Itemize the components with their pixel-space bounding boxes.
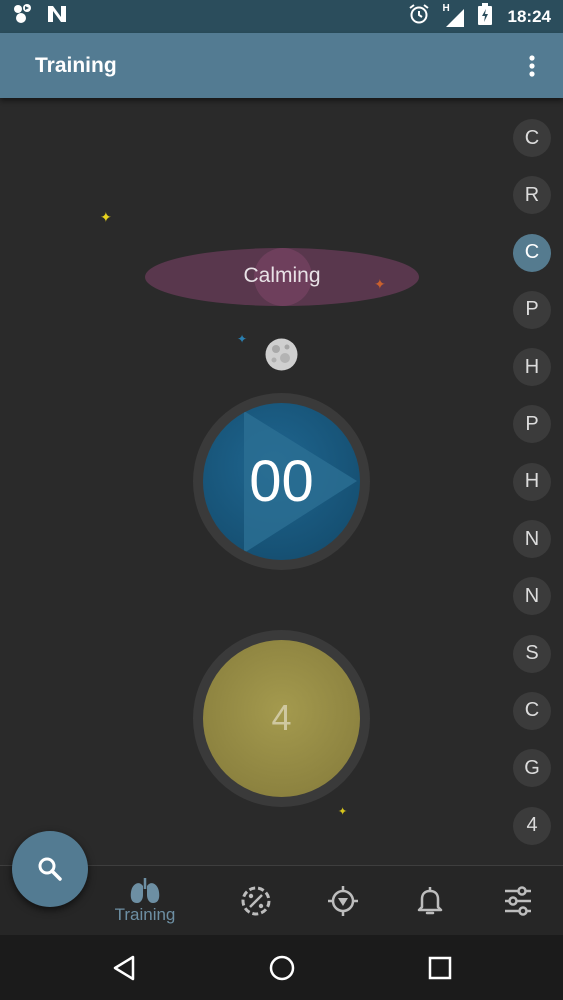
page-title: Training: [35, 54, 117, 77]
signal-icon: H: [442, 2, 466, 28]
star-decoration: ✦: [338, 806, 348, 818]
recents-icon: [428, 956, 452, 980]
sidebar-item[interactable]: C: [513, 119, 551, 157]
more-vertical-icon: [529, 55, 535, 77]
overflow-menu-button[interactable]: [517, 51, 547, 81]
nav-item-reminders[interactable]: [400, 866, 460, 936]
app-notification-icon: [12, 3, 34, 30]
pattern-sidebar: C R C P H P H N N S C G 4: [513, 119, 551, 864]
sidebar-item[interactable]: C: [513, 691, 551, 730]
back-button[interactable]: [108, 952, 140, 984]
nav-item-explore[interactable]: [313, 866, 373, 936]
status-bar: H 18:24: [0, 0, 563, 33]
signal-label: H: [442, 2, 450, 14]
percent-dial-icon: [241, 886, 271, 916]
sidebar-item-active[interactable]: C: [513, 233, 551, 272]
app-bar: Training: [0, 33, 563, 98]
sidebar-item[interactable]: N: [513, 577, 551, 616]
sidebar-item[interactable]: G: [513, 749, 551, 788]
sidebar-item[interactable]: 4: [513, 806, 551, 845]
lungs-icon: [130, 877, 160, 903]
sidebar-item[interactable]: S: [513, 634, 551, 673]
sidebar-item[interactable]: P: [513, 405, 551, 444]
status-time: 18:24: [507, 6, 551, 26]
star-decoration: ✦: [100, 209, 112, 225]
sidebar-item[interactable]: H: [513, 462, 551, 501]
home-button[interactable]: [266, 952, 298, 984]
count-value: 4: [271, 697, 292, 738]
back-icon: [113, 955, 135, 981]
sliders-icon: [505, 886, 531, 916]
sidebar-item[interactable]: P: [513, 290, 551, 329]
home-icon: [269, 955, 295, 981]
recents-button[interactable]: [424, 952, 456, 984]
search-fab[interactable]: [12, 831, 88, 907]
search-icon: [38, 857, 62, 881]
bell-icon: [417, 887, 443, 915]
sidebar-item[interactable]: N: [513, 520, 551, 559]
nav-item-statistics[interactable]: [226, 866, 286, 936]
compass-icon: [328, 886, 358, 916]
timer-value: 00: [249, 449, 314, 514]
nav-item-settings[interactable]: [488, 866, 548, 936]
alarm-icon: [408, 3, 430, 30]
battery-charging-icon: [477, 3, 492, 30]
nav-item-training[interactable]: Training: [100, 866, 190, 936]
moon-icon: [265, 338, 298, 371]
n-notification-icon: [46, 4, 68, 29]
star-decoration: ✦: [374, 276, 386, 292]
sidebar-item[interactable]: H: [513, 348, 551, 387]
sidebar-item[interactable]: R: [513, 176, 551, 215]
system-navigation-bar: [0, 935, 563, 1000]
nav-label-training: Training: [114, 904, 176, 924]
star-decoration: ✦: [237, 332, 248, 346]
